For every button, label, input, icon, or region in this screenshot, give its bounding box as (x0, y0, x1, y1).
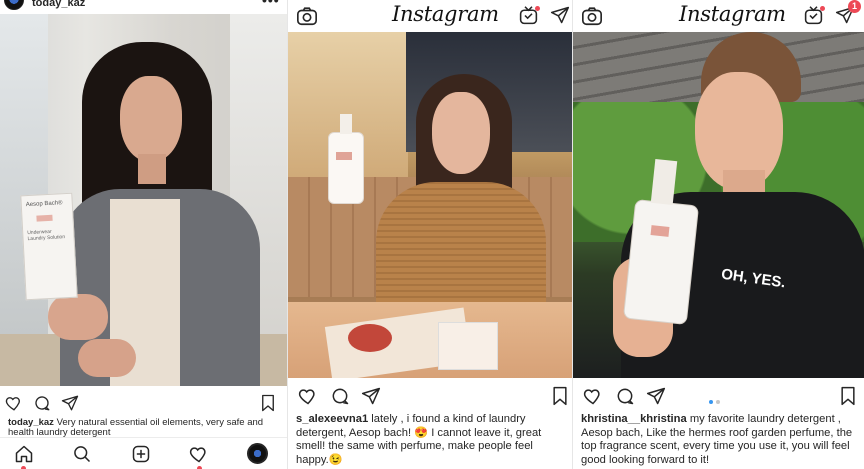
post-panel-khristina: Instagram 1 OH, YES. khristina__khristin… (572, 0, 864, 469)
camera-icon[interactable] (581, 5, 603, 27)
more-options-icon[interactable]: ••• (262, 0, 280, 8)
product-sub: Underwear Laundry Solution (27, 228, 66, 243)
home-icon[interactable] (14, 444, 34, 464)
search-icon[interactable] (72, 444, 92, 464)
share-icon[interactable] (646, 386, 666, 406)
post-actions (0, 388, 287, 418)
caption-username[interactable]: khristina__khristina (581, 413, 687, 425)
post-actions (288, 380, 572, 410)
share-icon[interactable] (61, 394, 79, 412)
post-header: today_kaz ••• (0, 0, 287, 14)
activity-icon[interactable] (189, 444, 209, 464)
bookmark-icon[interactable] (551, 386, 569, 406)
post-username[interactable]: today_kaz (32, 0, 85, 9)
product-bottle (328, 132, 364, 204)
bookmark-icon[interactable] (260, 394, 276, 412)
caption-username[interactable]: s_alexeevna1 (296, 413, 368, 425)
instagram-logo: Instagram (679, 2, 786, 26)
igtv-notification-dot (535, 6, 540, 11)
user-avatar[interactable] (4, 0, 24, 10)
heart-icon[interactable] (583, 386, 603, 406)
product-box: Aesop Bach® Underwear Laundry Solution (20, 192, 78, 301)
comment-icon[interactable] (33, 394, 51, 412)
comment-icon[interactable] (615, 386, 635, 406)
heart-icon[interactable] (5, 394, 23, 412)
product-bottle (622, 198, 700, 326)
post-photo[interactable] (288, 32, 572, 378)
notification-badge: 1 (848, 0, 861, 13)
heart-icon[interactable] (298, 386, 318, 406)
post-caption: today_kaz Very natural essential oil ele… (8, 418, 281, 438)
post-actions (573, 380, 864, 410)
post-photo[interactable]: Aesop Bach® Underwear Laundry Solution (0, 14, 287, 386)
post-panel-s-alexeevna1: Instagram s_alexeevna1 lately , i found … (287, 0, 572, 469)
igtv-notification-dot (820, 6, 825, 11)
instagram-logo: Instagram (392, 2, 499, 26)
direct-message-icon[interactable] (550, 5, 570, 25)
product-label: Aesop Bach® (25, 200, 63, 209)
camera-icon[interactable] (296, 5, 318, 27)
post-caption: khristina__khristina my favorite laundry… (581, 413, 858, 469)
post-photo[interactable]: OH, YES. (573, 32, 864, 378)
bottom-navigation (0, 437, 287, 469)
post-panel-today-kaz: today_kaz ••• Aesop Bach® Underwear Laun… (0, 0, 287, 469)
add-post-icon[interactable] (131, 444, 151, 464)
post-caption: s_alexeevna1 lately , i found a kind of … (296, 413, 566, 469)
bookmark-icon[interactable] (839, 386, 857, 406)
share-icon[interactable] (361, 386, 381, 406)
app-header: Instagram 1 (573, 0, 864, 32)
profile-avatar-icon[interactable] (247, 443, 268, 464)
app-header: Instagram (288, 0, 572, 32)
comment-icon[interactable] (330, 386, 350, 406)
